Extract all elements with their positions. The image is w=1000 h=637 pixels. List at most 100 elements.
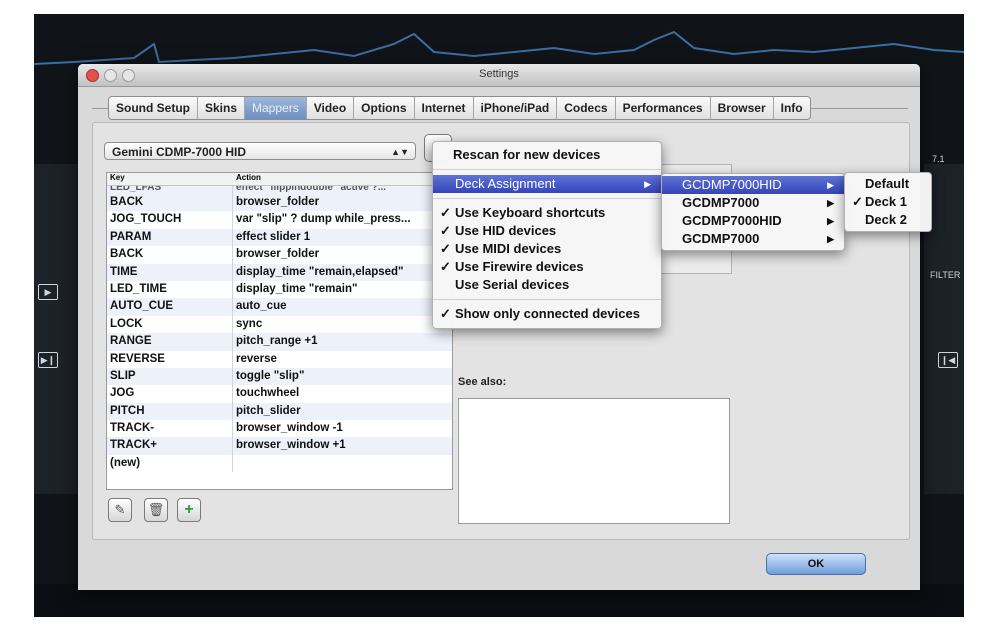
menu-item-device[interactable]: GCDMP7000 ▶ bbox=[662, 230, 844, 248]
option-label: Use Keyboard shortcuts bbox=[455, 205, 606, 220]
tab-sound-setup[interactable]: Sound Setup bbox=[109, 97, 198, 119]
bg-label-71: 7.1 bbox=[932, 154, 945, 164]
tab-iphone-ipad[interactable]: iPhone/iPad bbox=[474, 97, 558, 119]
title-bar: Settings bbox=[78, 64, 920, 87]
deck-label: Default bbox=[865, 176, 910, 191]
edit-icon: ✎ bbox=[114, 502, 126, 517]
row-key: PARAM bbox=[107, 228, 233, 247]
see-also-box[interactable] bbox=[458, 398, 730, 524]
deck-label: Deck 1 bbox=[865, 194, 907, 209]
menu-item-option[interactable]: ✓ Use Keyboard shortcuts bbox=[433, 204, 661, 222]
row-key: BACK bbox=[107, 194, 233, 212]
row-key: LED_TIME bbox=[107, 280, 233, 299]
device-label: GCDMP7000HID bbox=[682, 213, 782, 228]
menu-item-show-connected[interactable]: ✓ Show only connected devices bbox=[433, 305, 661, 323]
checkmark-icon: ✓ bbox=[440, 241, 451, 256]
tab-mappers[interactable]: Mappers bbox=[245, 97, 307, 119]
table-row[interactable]: LED_TIME display_time "remain" bbox=[107, 280, 452, 299]
row-key: TRACK- bbox=[107, 420, 233, 438]
table-row[interactable]: PITCH pitch_slider bbox=[107, 402, 452, 421]
row-action: display_time "remain" bbox=[236, 282, 358, 295]
submenu-arrow-icon: ▶ bbox=[827, 198, 834, 208]
right-prev-button[interactable]: ❙◀ bbox=[938, 352, 958, 368]
menu-item-option[interactable]: Use Serial devices bbox=[433, 276, 661, 294]
deck-label: Deck 2 bbox=[865, 212, 907, 227]
menu-item-rescan[interactable]: Rescan for new devices bbox=[433, 146, 661, 164]
row-action: toggle "slip" bbox=[236, 369, 305, 382]
row-action: effect slider 1 bbox=[236, 230, 311, 243]
checkmark-icon: ✓ bbox=[440, 306, 451, 321]
table-row[interactable]: BACK browser_folder bbox=[107, 194, 452, 212]
checkmark-icon: ✓ bbox=[852, 194, 863, 209]
row-key: REVERSE bbox=[107, 350, 233, 368]
ok-button[interactable]: OK bbox=[766, 553, 866, 575]
menu-item-device[interactable]: GCDMP7000HID ▶ bbox=[662, 176, 844, 194]
table-row[interactable]: TRACK+ browser_window +1 bbox=[107, 437, 452, 455]
checkmark-icon: ✓ bbox=[440, 223, 451, 238]
menu-item-option[interactable]: ✓ Use HID devices bbox=[433, 222, 661, 240]
edit-mapping-button[interactable]: ✎ bbox=[108, 498, 132, 522]
deck-submenu: Default ✓ Deck 1 Deck 2 bbox=[844, 172, 932, 232]
menu-separator bbox=[433, 299, 661, 300]
row-key: RANGE bbox=[107, 333, 233, 351]
table-row[interactable]: REVERSE reverse bbox=[107, 350, 452, 368]
table-row[interactable]: JOG_TOUCH var "slip" ? dump while_press..… bbox=[107, 211, 452, 229]
table-row[interactable]: TIME display_time "remain,elapsed" bbox=[107, 263, 452, 281]
deck-assignment-label: Deck Assignment bbox=[455, 176, 556, 191]
tab-info[interactable]: Info bbox=[774, 97, 810, 119]
menu-item-device[interactable]: GCDMP7000 ▶ bbox=[662, 194, 844, 212]
column-header-key[interactable]: Key bbox=[107, 173, 233, 185]
see-also-label: See also: bbox=[458, 376, 507, 388]
tab-video[interactable]: Video bbox=[307, 97, 355, 119]
add-mapping-button[interactable]: + bbox=[177, 498, 201, 522]
device-label: GCDMP7000HID bbox=[682, 177, 782, 192]
menu-item-deck[interactable]: Default bbox=[845, 175, 931, 193]
tab-performances[interactable]: Performances bbox=[616, 97, 711, 119]
row-action: pitch_range +1 bbox=[236, 335, 318, 348]
table-row[interactable]: AUTO_CUE auto_cue bbox=[107, 298, 452, 316]
menu-item-deck[interactable]: ✓ Deck 1 bbox=[845, 193, 931, 211]
table-row[interactable]: TRACK-browser_window -1 bbox=[107, 420, 452, 438]
row-action bbox=[233, 455, 452, 472]
row-action: sync bbox=[236, 317, 263, 330]
table-row[interactable]: PARAM effect slider 1 bbox=[107, 228, 452, 247]
menu-item-device[interactable]: GCDMP7000HID ▶ bbox=[662, 212, 844, 230]
trash-icon: 🗑 bbox=[147, 502, 165, 517]
checkmark-icon: ✓ bbox=[440, 205, 451, 220]
table-row[interactable]: (new) bbox=[107, 454, 452, 473]
settings-tabs: Sound Setup Skins Mappers Video Options … bbox=[108, 96, 811, 120]
menu-item-deck-assignment[interactable]: Deck Assignment ▶ bbox=[433, 175, 661, 193]
delete-mapping-button[interactable]: 🗑 bbox=[144, 498, 168, 522]
row-action: display_time "remain,elapsed" bbox=[236, 265, 404, 278]
left-play-button[interactable]: ▶ bbox=[38, 284, 58, 300]
table-row[interactable]: RANGE pitch_range +1 bbox=[107, 333, 452, 351]
table-row[interactable]: SLIP toggle "slip" bbox=[107, 367, 452, 386]
table-row[interactable]: LED_LFAS effect "flippindouble" active ?… bbox=[107, 186, 452, 194]
left-next-button[interactable]: ▶❙ bbox=[38, 352, 58, 368]
option-label: Use Firewire devices bbox=[455, 259, 584, 274]
tab-codecs[interactable]: Codecs bbox=[557, 97, 616, 119]
tab-internet[interactable]: Internet bbox=[415, 97, 474, 119]
mapper-options-menu: Rescan for new devices Deck Assignment ▶… bbox=[432, 141, 662, 329]
row-action: effect "flippindouble" active ?... bbox=[236, 186, 387, 193]
menu-item-option[interactable]: ✓ Use Firewire devices bbox=[433, 258, 661, 276]
device-label: GCDMP7000 bbox=[682, 195, 760, 210]
column-header-action[interactable]: Action bbox=[233, 173, 452, 185]
row-key: LED_LFAS bbox=[107, 186, 233, 194]
checkmark-icon: ✓ bbox=[440, 259, 451, 274]
tab-browser[interactable]: Browser bbox=[711, 97, 774, 119]
table-row[interactable]: JOG touchwheel bbox=[107, 385, 452, 403]
tab-skins[interactable]: Skins bbox=[198, 97, 246, 119]
row-key: TIME bbox=[107, 263, 233, 281]
device-select[interactable]: Gemini CDMP-7000 HID ▲▼ bbox=[104, 142, 416, 160]
show-connected-label: Show only connected devices bbox=[455, 306, 640, 321]
menu-item-option[interactable]: ✓ Use MIDI devices bbox=[433, 240, 661, 258]
devices-submenu: GCDMP7000HID ▶ GCDMP7000 ▶ GCDMP7000HID ▶ GCDM… bbox=[661, 173, 845, 251]
submenu-arrow-icon: ▶ bbox=[827, 216, 834, 226]
table-row[interactable]: LOCK sync bbox=[107, 315, 452, 334]
table-row[interactable]: BACK browser_folder bbox=[107, 246, 452, 264]
row-key: SLIP bbox=[107, 367, 233, 386]
menu-item-deck[interactable]: Deck 2 bbox=[845, 211, 931, 229]
tab-options[interactable]: Options bbox=[354, 97, 415, 119]
row-key: PITCH bbox=[107, 402, 233, 421]
